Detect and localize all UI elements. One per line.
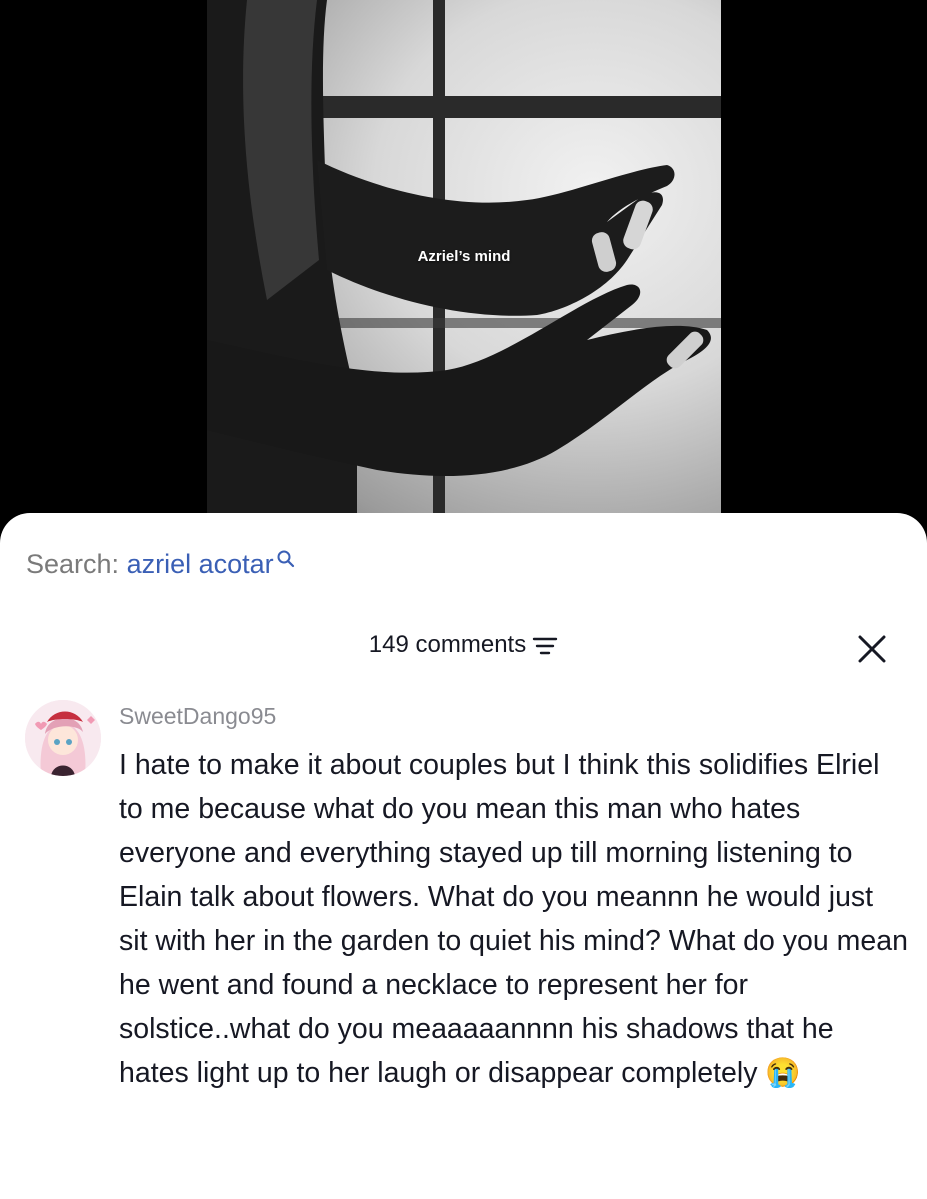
search-label: Search: [26,549,120,579]
comments-count: 149 comments [368,631,527,658]
search-query-link[interactable]: azriel acotar [127,549,274,579]
video-caption: Azriel’s mind [417,248,511,265]
comment-username[interactable]: SweetDango95 [119,703,276,730]
search-suggestion[interactable]: Search: azriel acotar [26,549,296,580]
crying-emoji-icon: 😭 [765,1057,801,1089]
close-icon[interactable] [856,633,888,665]
filter-icon[interactable] [532,635,558,657]
video-still [207,0,721,545]
search-icon [277,550,294,568]
video-frame[interactable]: Azriel’s mind [207,0,721,545]
comment-text: I hate to make it about couples but I th… [119,743,909,1095]
comment-body: I hate to make it about couples but I th… [119,749,908,1089]
comments-sheet: Search: azriel acotar 149 comments Sweet… [0,513,927,1199]
avatar[interactable] [25,700,101,776]
video-player[interactable]: Azriel’s mind [0,0,927,545]
comments-header: 149 comments [0,631,927,659]
